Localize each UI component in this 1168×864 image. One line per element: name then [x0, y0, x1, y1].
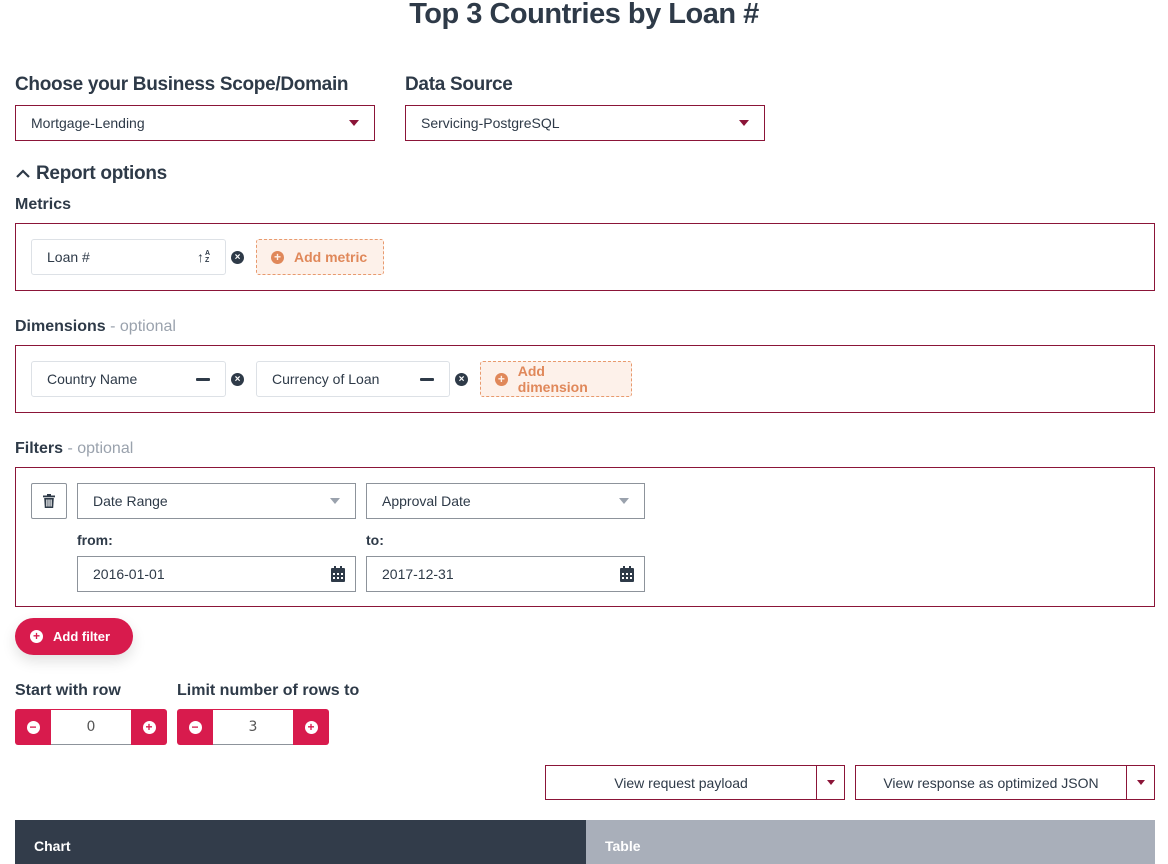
caret-down-icon: [739, 120, 749, 126]
add-dimension-label: Add dimension: [517, 363, 588, 395]
from-label: from:: [77, 532, 113, 548]
start-row-label: Start with row: [15, 682, 121, 699]
limit-rows-decrement-button[interactable]: −: [177, 709, 213, 745]
metrics-section: Loan # ↑ A Z × + Add metric: [15, 223, 1155, 291]
scope-select[interactable]: Mortgage-Lending: [15, 105, 375, 141]
limit-rows-stepper: − 3 +: [177, 709, 329, 745]
add-filter-button[interactable]: + Add filter: [15, 618, 133, 655]
start-row-increment-button[interactable]: +: [131, 709, 167, 745]
view-request-dropdown-button[interactable]: [816, 766, 844, 799]
view-request-button[interactable]: View request payload: [546, 766, 816, 799]
caret-down-icon: [1136, 780, 1145, 785]
caret-down-icon: [619, 498, 629, 504]
datasource-select[interactable]: Servicing-PostgreSQL: [405, 105, 765, 141]
add-dimension-button[interactable]: + Add dimension: [480, 361, 632, 397]
chevron-up-icon: [16, 169, 30, 178]
to-date-input[interactable]: 2017-12-31: [366, 556, 645, 592]
dimensions-section: Country Name × Currency of Loan × + Add …: [15, 345, 1155, 413]
view-response-button[interactable]: View response as optimized JSON: [856, 766, 1126, 799]
to-date-value: 2017-12-31: [382, 566, 454, 582]
limit-rows-increment-button[interactable]: +: [293, 709, 329, 745]
filter-type-select[interactable]: Date Range: [77, 483, 356, 519]
scope-label: Choose your Business Scope/Domain: [15, 74, 349, 95]
dimension-name: Currency of Loan: [272, 371, 380, 387]
plus-circle-icon: +: [271, 250, 284, 264]
minus-circle-icon: −: [188, 720, 202, 734]
minus-icon[interactable]: [420, 377, 434, 381]
add-metric-button[interactable]: + Add metric: [256, 239, 384, 275]
to-label: to:: [366, 532, 384, 548]
filters-label-text: Filters: [15, 440, 64, 457]
trash-icon: [43, 494, 55, 508]
minus-circle-icon: −: [26, 720, 40, 734]
report-options-label: Report options: [36, 163, 167, 184]
view-response-dropdown-button[interactable]: [1126, 766, 1154, 799]
start-row-decrement-button[interactable]: −: [15, 709, 51, 745]
remove-metric-icon[interactable]: ×: [231, 251, 244, 264]
filters-optional: - optional: [63, 440, 134, 457]
calendar-icon[interactable]: [331, 566, 345, 582]
metric-name: Loan #: [47, 249, 90, 265]
metric-chip[interactable]: Loan # ↑ A Z: [31, 239, 226, 275]
report-options-toggle[interactable]: Report options: [15, 163, 167, 185]
view-response-split-button: View response as optimized JSON: [855, 765, 1155, 800]
caret-down-icon: [349, 120, 359, 126]
page-title: Top 3 Countries by Loan #: [409, 0, 759, 30]
metrics-label: Metrics: [15, 196, 72, 213]
plus-circle-icon: +: [142, 720, 156, 734]
plus-circle-icon: +: [495, 372, 508, 386]
remove-dimension-icon[interactable]: ×: [455, 373, 468, 386]
delete-filter-button[interactable]: [31, 483, 67, 519]
plus-circle-icon: +: [30, 630, 43, 643]
filter-field-value: Approval Date: [382, 493, 471, 509]
dimensions-label-text: Dimensions: [15, 318, 106, 335]
dimension-chip[interactable]: Country Name: [31, 361, 226, 397]
dimensions-optional: - optional: [105, 318, 176, 335]
dimension-name: Country Name: [47, 371, 138, 387]
filters-label: Filters - optional: [15, 440, 133, 458]
datasource-select-value: Servicing-PostgreSQL: [421, 115, 560, 131]
dimensions-label: Dimensions - optional: [15, 318, 176, 336]
datasource-label: Data Source: [405, 74, 513, 95]
calendar-icon[interactable]: [620, 566, 634, 582]
from-date-value: 2016-01-01: [93, 566, 165, 582]
dimension-chip[interactable]: Currency of Loan: [256, 361, 450, 397]
view-request-split-button: View request payload: [545, 765, 845, 800]
tab-table[interactable]: Table: [586, 820, 1155, 864]
start-row-stepper: − 0 +: [15, 709, 167, 745]
caret-down-icon: [330, 498, 340, 504]
caret-down-icon: [826, 780, 835, 785]
filter-field-select[interactable]: Approval Date: [366, 483, 645, 519]
remove-dimension-icon[interactable]: ×: [231, 373, 244, 386]
from-date-input[interactable]: 2016-01-01: [77, 556, 356, 592]
start-row-input[interactable]: 0: [51, 709, 131, 745]
minus-icon[interactable]: [196, 377, 210, 381]
filter-type-value: Date Range: [93, 493, 168, 509]
filters-section: Date Range Approval Date from: to: 2016-…: [15, 467, 1155, 607]
scope-select-value: Mortgage-Lending: [31, 115, 145, 131]
limit-rows-label: Limit number of rows to: [177, 682, 360, 699]
sort-alpha-icon[interactable]: ↑ A Z: [197, 249, 210, 265]
plus-circle-icon: +: [304, 720, 318, 734]
tab-chart[interactable]: Chart: [15, 820, 586, 864]
add-filter-label: Add filter: [53, 629, 111, 644]
limit-rows-input[interactable]: 3: [213, 709, 293, 745]
add-metric-label: Add metric: [294, 249, 368, 265]
